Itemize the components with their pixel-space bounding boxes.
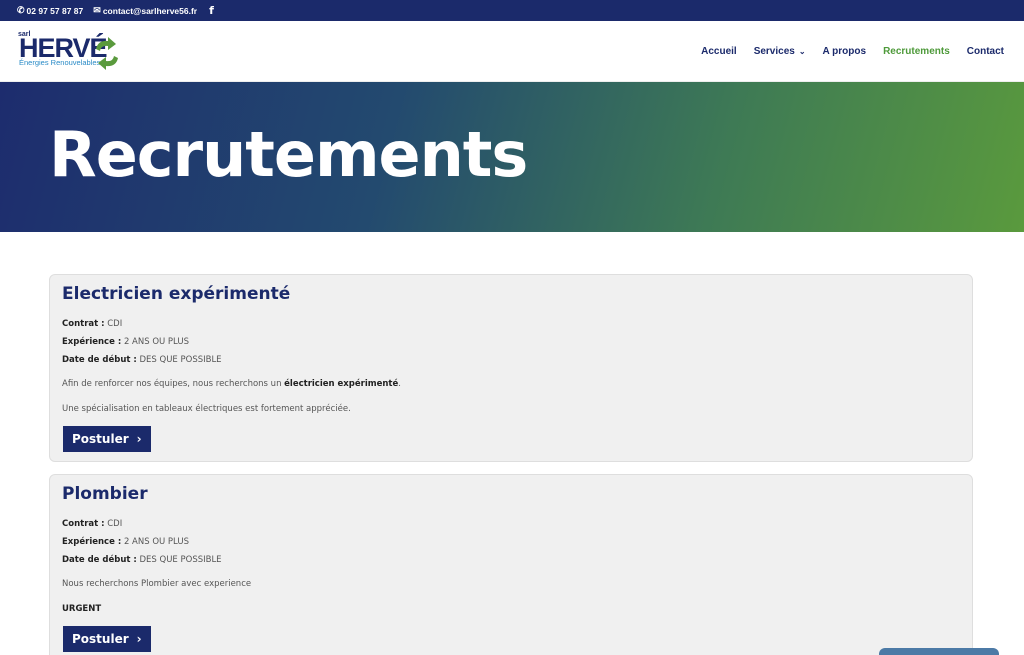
phone-icon: ✆ (17, 5, 25, 15)
job-card: Plombier Contrat : CDI Expérience : 2 AN… (49, 474, 973, 655)
recycle-arrows-icon (96, 37, 118, 70)
nav-a-propos[interactable]: A propos (823, 46, 867, 57)
phone-number[interactable]: 02 97 57 87 87 (27, 6, 84, 16)
facebook-icon[interactable]: f (209, 4, 214, 17)
contract-label: Contrat : (62, 519, 105, 529)
experience-value: 2 ANS OU PLUS (123, 537, 189, 547)
start-date-label: Date de début : (62, 555, 137, 565)
job-start-date: Date de début : DES QUE POSSIBLE (62, 555, 222, 565)
hero-banner: Recrutements (0, 82, 1024, 232)
site-header: sarl HERVÉ Énergies Renouvelables Accuei… (0, 21, 1024, 82)
apply-button[interactable]: Postuler › (63, 426, 151, 452)
nav-recrutements[interactable]: Recrutements (883, 46, 950, 57)
chevron-right-icon: › (136, 632, 142, 646)
page-title: Recrutements (49, 118, 528, 191)
experience-label: Expérience : (62, 537, 122, 547)
envelope-icon: ✉ (93, 5, 101, 15)
chevron-right-icon: › (136, 432, 142, 446)
urgent-label: URGENT (62, 604, 102, 614)
desc-text: Afin de renforcer nos équipes, nous rech… (62, 379, 285, 389)
apply-button[interactable]: Postuler › (63, 626, 151, 652)
start-date-value: DES QUE POSSIBLE (139, 355, 222, 365)
start-date-label: Date de début : (62, 355, 137, 365)
floating-widget-tab[interactable] (879, 648, 999, 655)
experience-value: 2 ANS OU PLUS (123, 337, 189, 347)
nav-accueil[interactable]: Accueil (701, 46, 737, 57)
nav-services-label: Services (753, 46, 795, 57)
experience-label: Expérience : (62, 337, 122, 347)
apply-button-label: Postuler (72, 632, 129, 646)
nav-contact[interactable]: Contact (967, 46, 1004, 57)
job-description: Nous recherchons Plombier avec experienc… (62, 579, 252, 589)
apply-button-label: Postuler (72, 432, 129, 446)
main-nav: Accueil Services ⌄ A propos Recrutements… (684, 21, 1004, 82)
contract-value: CDI (107, 319, 123, 329)
email-address[interactable]: contact@sarlherve56.fr (103, 6, 197, 16)
job-contract: Contrat : CDI (62, 519, 122, 529)
start-date-value: DES QUE POSSIBLE (139, 555, 222, 565)
email-contact[interactable]: ✉ contact@sarlherve56.fr (93, 5, 197, 16)
top-bar: ✆ 02 97 57 87 87 ✉ contact@sarlherve56.f… (0, 0, 1024, 21)
job-title: Plombier (62, 484, 148, 504)
job-experience: Expérience : 2 ANS OU PLUS (62, 337, 189, 347)
desc-end: . (398, 379, 401, 389)
contract-value: CDI (107, 519, 123, 529)
job-card: Electricien expérimenté Contrat : CDI Ex… (49, 274, 973, 462)
nav-services[interactable]: Services ⌄ (754, 46, 806, 57)
job-contract: Contrat : CDI (62, 319, 122, 329)
chevron-down-icon: ⌄ (798, 47, 806, 56)
logo-tagline: Énergies Renouvelables (19, 58, 101, 67)
desc-highlight: électricien expérimenté (284, 379, 399, 389)
job-experience: Expérience : 2 ANS OU PLUS (62, 537, 189, 547)
job-description: Afin de renforcer nos équipes, nous rech… (62, 379, 401, 389)
job-start-date: Date de début : DES QUE POSSIBLE (62, 355, 222, 365)
phone-contact[interactable]: ✆ 02 97 57 87 87 (17, 5, 83, 16)
contract-label: Contrat : (62, 319, 105, 329)
job-description-2: Une spécialisation en tableaux électriqu… (62, 404, 351, 414)
job-title: Electricien expérimenté (62, 284, 291, 304)
logo[interactable]: sarl HERVÉ Énergies Renouvelables (18, 29, 128, 75)
